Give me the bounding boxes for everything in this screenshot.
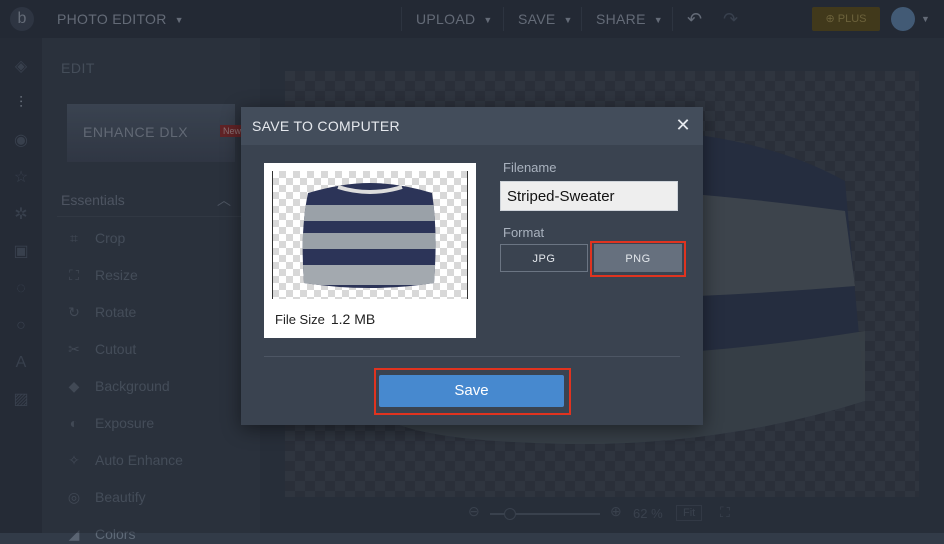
dialog-header: SAVE TO COMPUTER ✕ xyxy=(241,107,703,145)
format-jpg-button[interactable]: JPG xyxy=(500,244,588,272)
file-size-value: 1.2 MB xyxy=(330,311,376,327)
sweater-image xyxy=(302,183,436,288)
filename-input[interactable] xyxy=(500,181,678,211)
dialog-divider xyxy=(264,356,680,357)
file-size: File Size 1.2 MB xyxy=(275,311,376,327)
preview-card: File Size 1.2 MB xyxy=(264,163,476,338)
close-icon[interactable]: ✕ xyxy=(673,115,693,135)
sweater-thumbnail xyxy=(272,171,468,299)
format-label: Format xyxy=(503,225,545,240)
dialog-title: SAVE TO COMPUTER xyxy=(252,118,400,134)
filename-label: Filename xyxy=(503,160,557,175)
png-highlight-box xyxy=(590,241,686,277)
save-highlight-box xyxy=(374,368,571,415)
save-to-computer-dialog: SAVE TO COMPUTER ✕ File Size 1.2 MB File… xyxy=(241,107,703,425)
